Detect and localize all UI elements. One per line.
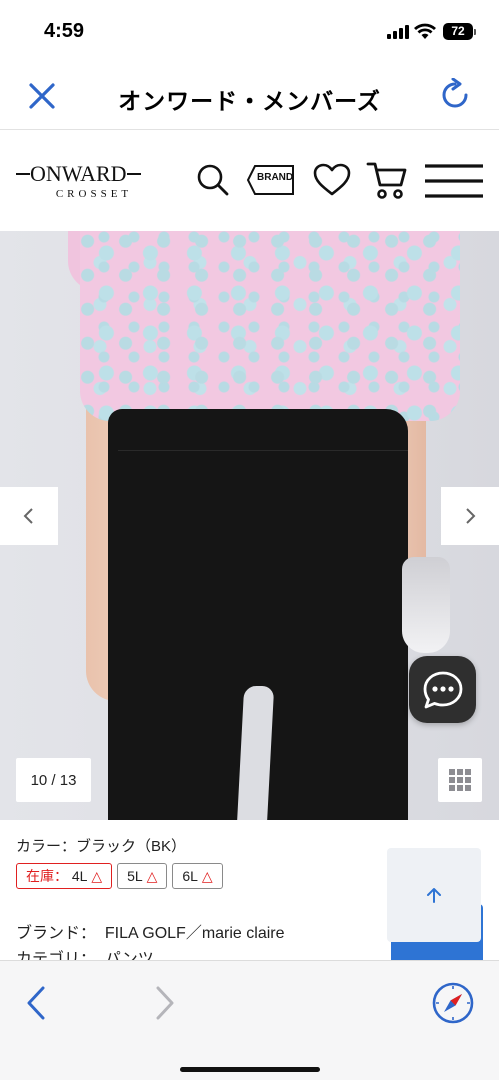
logo-main-text: ONWARD: [30, 161, 127, 186]
open-in-safari-button[interactable]: [431, 981, 475, 1025]
brand-row: ブランド： FILA GOLF／marie claire: [16, 919, 285, 943]
chat-button[interactable]: [409, 656, 476, 723]
brand-label: ブランド：: [16, 925, 97, 942]
cart-button[interactable]: [366, 161, 408, 201]
stock-size: 4L: [71, 868, 88, 884]
browser-title-bar: オンワード・メンバーズ: [0, 62, 499, 130]
image-counter: 10 / 13: [16, 758, 91, 802]
wifi-icon: [414, 23, 436, 39]
browser-toolbar: [0, 960, 499, 1080]
category-row: カテゴリ： パンツ: [16, 945, 154, 960]
thumbnail-grid-button[interactable]: [438, 758, 482, 802]
category-label: カテゴリ：: [16, 951, 97, 960]
cart-icon: [366, 162, 407, 199]
category-value[interactable]: パンツ: [105, 951, 154, 960]
gallery-next-button[interactable]: [441, 487, 499, 545]
menu-button[interactable]: [424, 161, 484, 201]
gallery-prev-button[interactable]: [0, 487, 58, 545]
heart-icon: [313, 163, 351, 196]
site-header: ONWARD CROSSET BRAND: [0, 131, 499, 231]
stock-mark: △: [201, 867, 213, 884]
stock-prefix: 在庫：: [26, 868, 68, 884]
photo-glove: [402, 557, 450, 653]
arrow-up-icon: [427, 888, 441, 903]
stock-list: 在庫： 4L △ 5L △ 6L △: [16, 863, 223, 889]
scroll-to-top-button[interactable]: [387, 848, 481, 942]
search-icon: [197, 164, 229, 196]
forward-button[interactable]: [143, 981, 187, 1025]
product-image-gallery[interactable]: 10 / 13: [0, 231, 499, 820]
reload-icon: [442, 78, 468, 108]
product-info: カラー：ブラック（BK） 在庫： 4L △ 5L △ 6L △ ブランド： FI…: [0, 820, 499, 960]
status-time: 4:59: [44, 20, 85, 42]
battery-cap: [474, 29, 476, 35]
stock-chip-6l[interactable]: 6L △: [172, 863, 223, 889]
chevron-right-icon: [466, 508, 476, 524]
color-label: カラー：ブラック（BK）: [16, 838, 187, 855]
brand-value[interactable]: FILA GOLF／marie claire: [105, 925, 285, 942]
stock-size: 5L: [127, 868, 143, 884]
reload-button[interactable]: [436, 76, 476, 116]
stock-chip-4l[interactable]: 在庫： 4L △: [16, 863, 113, 889]
stock-chip-5l[interactable]: 5L △: [117, 863, 168, 889]
chat-bubble-icon: [423, 671, 462, 708]
chevron-left-icon: [27, 986, 45, 1020]
grid-icon: [449, 769, 471, 791]
stock-mark: △: [91, 867, 103, 884]
photo-waistband: [118, 421, 408, 451]
stock-mark: △: [146, 867, 158, 884]
brand-icon-label: BRAND: [257, 172, 294, 183]
home-indicator: [180, 1067, 320, 1072]
back-button[interactable]: [14, 981, 58, 1025]
favorites-button[interactable]: [312, 161, 352, 199]
brand-button[interactable]: BRAND: [246, 161, 296, 199]
hamburger-menu-icon: [425, 164, 483, 198]
photo-shirt: [80, 231, 460, 421]
chevron-right-icon: [156, 986, 174, 1020]
logo-sub-text: CROSSET: [55, 188, 133, 200]
onward-crosset-logo[interactable]: ONWARD CROSSET: [16, 161, 162, 203]
status-bar: 4:59 72: [0, 0, 499, 62]
page-title: オンワード・メンバーズ: [118, 88, 381, 114]
battery-indicator: 72: [443, 23, 473, 40]
search-button[interactable]: [194, 161, 232, 199]
stock-size: 6L: [182, 868, 198, 884]
chevron-left-icon: [23, 508, 33, 524]
compass-icon: [432, 982, 474, 1024]
cellular-signal-icon: [387, 25, 409, 39]
